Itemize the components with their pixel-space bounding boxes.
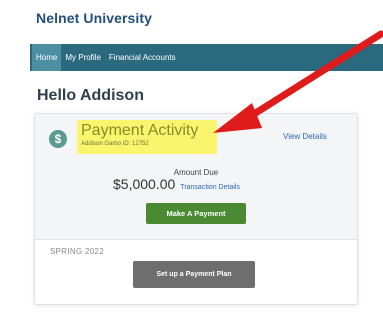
- site-brand: Nelnet University: [36, 10, 153, 26]
- payment-activity-card: $ Payment Activity Addison Garbo ID: 127…: [34, 113, 358, 305]
- payment-summary-panel: $ Payment Activity Addison Garbo ID: 127…: [35, 114, 357, 240]
- card-title: Payment Activity: [81, 122, 199, 139]
- tab-my-profile[interactable]: My Profile: [61, 44, 105, 71]
- amount-due-value: $5,000.00: [113, 176, 176, 192]
- tab-home[interactable]: Home: [32, 44, 62, 71]
- view-details-link[interactable]: View Details: [283, 132, 327, 141]
- make-payment-button[interactable]: Make A Payment: [146, 203, 246, 224]
- student-id-text: Addison Garbo ID: 12752: [81, 141, 149, 147]
- tab-financial-accounts[interactable]: Financial Accounts: [105, 44, 180, 71]
- main-nav: Home My Profile Financial Accounts: [30, 44, 383, 71]
- amount-due-row: $5,000.00 Transaction Details: [113, 176, 240, 192]
- transaction-details-link[interactable]: Transaction Details: [180, 184, 240, 191]
- term-label: SPRING 2022: [50, 247, 104, 256]
- greeting-heading: Hello Addison: [37, 87, 144, 104]
- dollar-icon: $: [49, 130, 67, 148]
- payment-plan-button[interactable]: Set up a Payment Plan: [133, 261, 255, 288]
